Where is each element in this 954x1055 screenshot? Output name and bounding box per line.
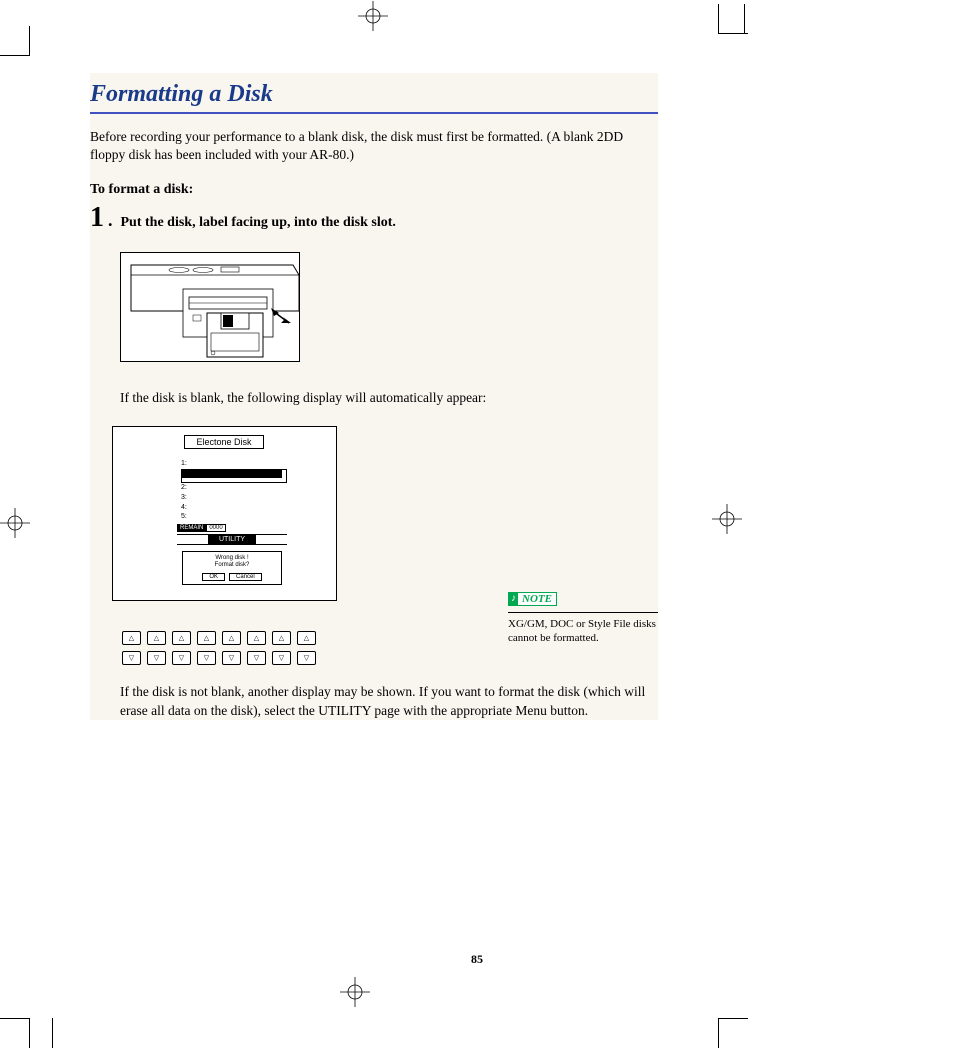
down-button-icon: ▽: [222, 651, 241, 665]
lcd-list-item: 3:: [181, 493, 287, 503]
down-button-icon: ▽: [122, 651, 141, 665]
note-icon: ♪: [509, 593, 518, 604]
lcd-list-item: 4:: [181, 503, 287, 513]
note-text: XG/GM, DOC or Style File disks cannot be…: [508, 617, 658, 646]
up-button-icon: △: [172, 631, 191, 645]
lcd-list-item: 5:: [181, 512, 287, 522]
body-paragraph: If the disk is not blank, another displa…: [120, 683, 658, 719]
up-button-icon: △: [272, 631, 291, 645]
registration-mark-icon: [712, 504, 742, 534]
up-button-icon: △: [197, 631, 216, 645]
registration-mark-icon: [358, 1, 388, 31]
disk-drive-illustration: [120, 252, 300, 362]
note-callout: ♪ NOTE XG/GM, DOC or Style File disks ca…: [508, 588, 658, 645]
section-title: Formatting a Disk: [90, 73, 658, 114]
procedure-subhead: To format a disk:: [90, 182, 658, 198]
registration-mark-icon: [0, 508, 30, 538]
lcd-title: Electone Disk: [184, 435, 264, 449]
lcd-ok-button: OK: [202, 573, 225, 581]
lcd-remain-value: 0000: [206, 524, 225, 532]
page-number: 85: [0, 952, 954, 967]
note-badge-label: NOTE: [518, 593, 556, 605]
down-button-icon: ▽: [272, 651, 291, 665]
up-button-icon: △: [222, 631, 241, 645]
down-button-icon: ▽: [297, 651, 316, 665]
caption-text: If the disk is blank, the following disp…: [120, 390, 658, 406]
up-button-icon: △: [247, 631, 266, 645]
down-button-icon: ▽: [147, 651, 166, 665]
down-button-icon: ▽: [197, 651, 216, 665]
lcd-list-item: 1:: [181, 459, 287, 469]
up-button-icon: △: [122, 631, 141, 645]
lcd-remain-label: REMAIN: [177, 524, 206, 532]
down-button-icon: ▽: [172, 651, 191, 665]
lcd-list-item: 2:: [181, 483, 287, 493]
lcd-utility-label: UTILITY: [208, 535, 256, 544]
up-button-icon: △: [147, 631, 166, 645]
down-button-icon: ▽: [247, 651, 266, 665]
step-number: 1: [90, 204, 104, 232]
lcd-display-illustration: Electone Disk 1: 2: 3: 4: 5: REMAIN0000 …: [112, 426, 337, 601]
registration-mark-icon: [340, 977, 370, 1007]
lcd-dialog-message: Format disk?: [186, 562, 278, 569]
up-button-icon: △: [297, 631, 316, 645]
lcd-dialog-message: Wrong disk !: [186, 555, 278, 562]
step-instruction: Put the disk, label facing up, into the …: [121, 215, 396, 231]
intro-paragraph: Before recording your performance to a b…: [90, 128, 658, 164]
lcd-cancel-button: Cancel: [229, 573, 262, 581]
